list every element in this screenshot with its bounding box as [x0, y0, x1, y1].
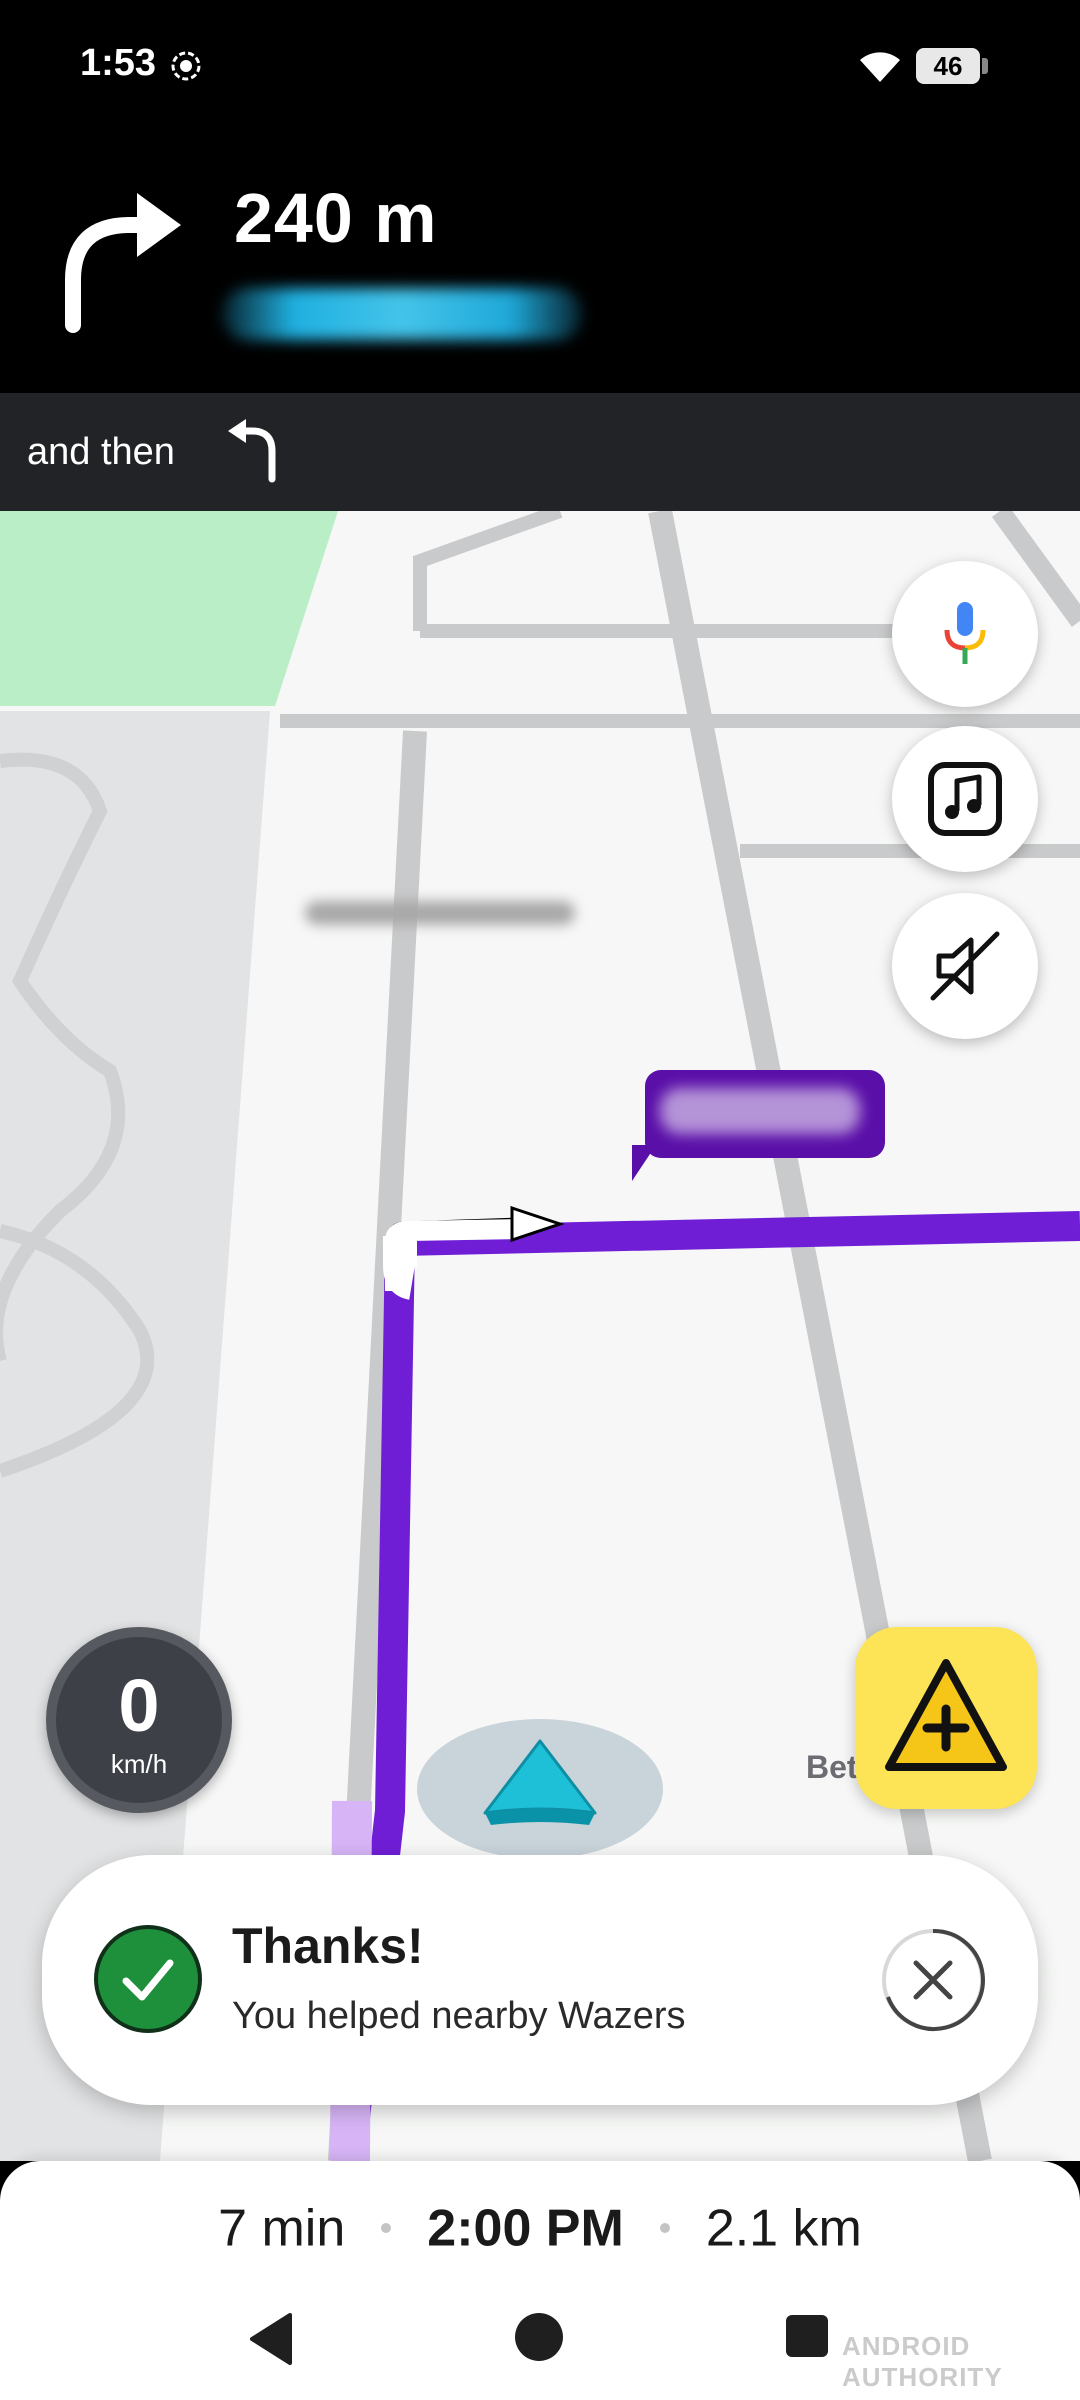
sound-toggle-button[interactable]	[892, 893, 1038, 1039]
route-bubble-text-obscured	[660, 1088, 860, 1134]
trip-duration: 7 min	[218, 2199, 346, 2258]
google-mic-icon	[944, 602, 986, 664]
music-player-button[interactable]	[892, 726, 1038, 872]
turn-left-icon	[228, 419, 276, 483]
map-place-label: Bet	[806, 1749, 858, 1785]
eta-panel[interactable]: 7 min 2:00 PM 2.1 km	[0, 2161, 1080, 2281]
then-instruction: and then	[0, 393, 1080, 511]
map-label-obscured	[305, 901, 575, 925]
recents-button[interactable]	[786, 2315, 828, 2357]
separator-dot	[381, 2223, 392, 2234]
close-icon[interactable]	[880, 1927, 986, 2033]
current-location-marker	[417, 1719, 663, 1859]
battery-level: 46	[916, 48, 980, 84]
battery-tip	[982, 58, 988, 74]
home-button[interactable]	[515, 2313, 563, 2361]
route-bubble[interactable]	[645, 1070, 885, 1158]
speed-unit: km/h	[110, 1749, 168, 1779]
toast-subtitle: You helped nearby Wazers	[232, 1995, 686, 2037]
eta-row: 7 min 2:00 PM 2.1 km	[0, 2195, 1080, 2258]
system-nav-bar: ANDROID AUTHORITY	[0, 2281, 1080, 2400]
arrival-time: 2:00 PM	[427, 2199, 624, 2258]
separator-dot	[659, 2223, 670, 2234]
back-icon[interactable]	[246, 2311, 296, 2367]
remaining-distance: 2.1 km	[705, 2199, 862, 2258]
then-label: and then	[27, 431, 175, 473]
wifi-icon	[860, 52, 900, 82]
toast-title: Thanks!	[232, 1918, 424, 1974]
battery-indicator: 46	[916, 48, 988, 84]
report-hazard-icon	[885, 1659, 1007, 1771]
watermark: ANDROID AUTHORITY	[842, 2331, 1003, 2392]
navigation-arrow-icon	[483, 1739, 597, 1825]
street-name-obscured	[222, 288, 582, 340]
speed-value: 0	[118, 1664, 160, 1747]
speedometer: 0 km/h	[46, 1627, 232, 1813]
instruction-panel[interactable]: 240 m	[0, 130, 1080, 393]
status-time: 1:53	[80, 42, 157, 84]
status-bar: 1:53 46	[0, 0, 1080, 130]
report-button[interactable]	[855, 1627, 1037, 1809]
screen-record-icon	[171, 51, 201, 81]
thanks-toast: Thanks! You helped nearby Wazers	[42, 1855, 1038, 2105]
sound-off-icon	[930, 931, 1000, 1001]
checkmark-icon	[122, 1959, 174, 2001]
turn-distance: 240 m	[234, 179, 438, 257]
voice-command-button[interactable]	[892, 561, 1038, 707]
music-icon	[928, 762, 1002, 836]
turn-right-icon	[65, 193, 181, 333]
success-badge	[94, 1925, 202, 2033]
